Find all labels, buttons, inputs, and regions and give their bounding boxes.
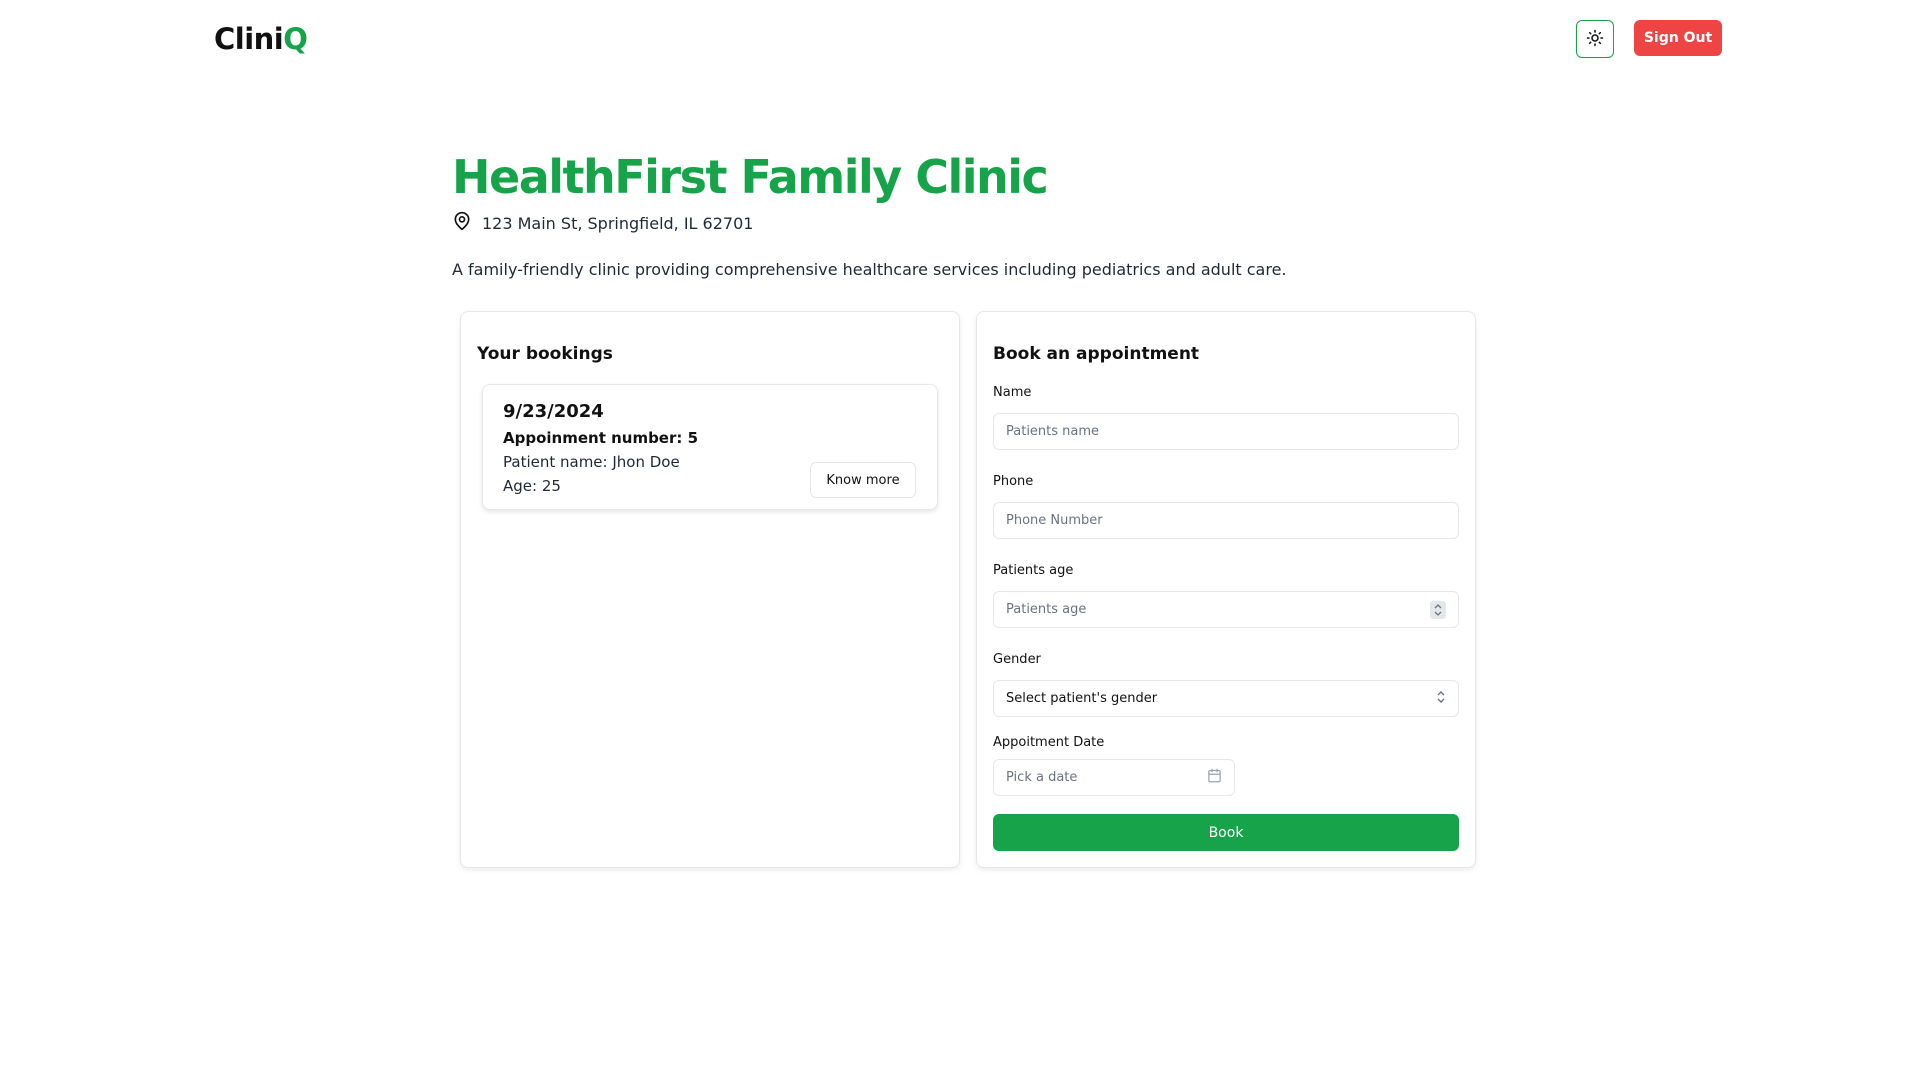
clinic-title: HealthFirst Family Clinic — [452, 150, 1049, 204]
age-label: Patients age — [993, 563, 1074, 578]
app-logo[interactable]: CliniQ — [214, 22, 308, 56]
phone-label: Phone — [993, 474, 1034, 489]
gender-select[interactable]: Select patient's gender — [993, 680, 1459, 717]
logo-accent: Q — [283, 22, 308, 56]
booking-appointment-number: Appoinment number: 5 — [503, 429, 699, 447]
know-more-button[interactable]: Know more — [810, 462, 916, 498]
calendar-icon — [1207, 768, 1222, 787]
date-label: Appoitment Date — [993, 735, 1105, 750]
phone-field-wrapper — [993, 502, 1459, 539]
phone-input[interactable] — [1006, 513, 1446, 528]
bookings-card: Your bookings 9/23/2024 Appoinment numbe… — [460, 311, 960, 868]
name-field-wrapper — [993, 413, 1459, 450]
theme-toggle-button[interactable] — [1576, 20, 1614, 58]
clinic-description: A family-friendly clinic providing compr… — [452, 260, 1287, 279]
booking-age: Age: 25 — [503, 477, 561, 495]
booking-patient-name: Patient name: Jhon Doe — [503, 453, 680, 471]
number-stepper[interactable] — [1430, 601, 1446, 619]
age-field-wrapper — [993, 591, 1459, 628]
name-input[interactable] — [1006, 424, 1446, 439]
map-pin-icon — [452, 211, 472, 235]
chevron-up-down-icon — [1436, 690, 1446, 708]
gender-label: Gender — [993, 652, 1041, 667]
booking-form-card: Book an appointment Name Phone Patients … — [976, 311, 1476, 868]
gender-select-value: Select patient's gender — [1006, 691, 1158, 706]
name-label: Name — [993, 385, 1032, 400]
date-placeholder: Pick a date — [1006, 770, 1078, 785]
address-text: 123 Main St, Springfield, IL 62701 — [482, 213, 754, 233]
book-button[interactable]: Book — [993, 814, 1459, 851]
bookings-heading: Your bookings — [477, 344, 613, 364]
clinic-address: 123 Main St, Springfield, IL 62701 — [452, 211, 753, 235]
age-input[interactable] — [1006, 602, 1446, 617]
logo-text: Clini — [214, 22, 284, 56]
booking-date: 9/23/2024 — [503, 401, 604, 422]
date-picker[interactable]: Pick a date — [993, 759, 1235, 796]
booking-item: 9/23/2024 Appoinment number: 5 Patient n… — [482, 384, 938, 510]
sun-icon — [1586, 29, 1604, 50]
form-heading: Book an appointment — [993, 344, 1200, 364]
sign-out-button[interactable]: Sign Out — [1634, 20, 1722, 56]
